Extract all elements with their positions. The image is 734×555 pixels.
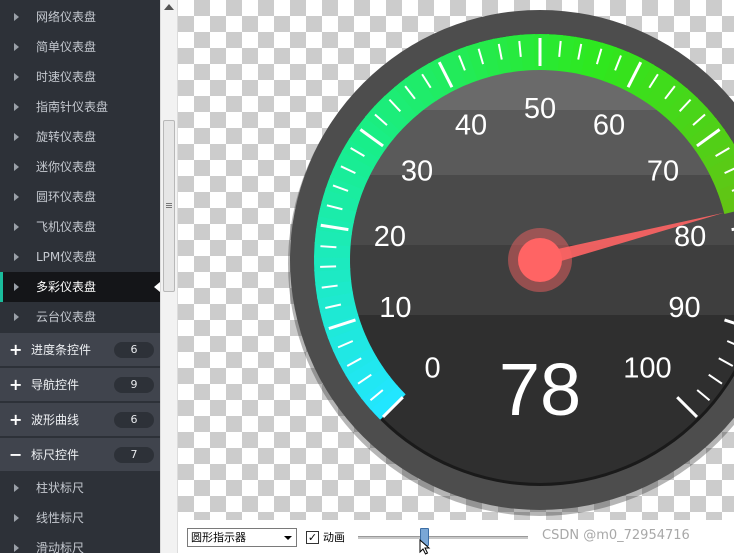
sidebar-item-label: 简单仪表盘 [36,40,97,54]
scale-label: 40 [455,110,487,142]
sidebar-item-label: 线性标尺 [36,511,85,525]
chevron-right-icon [14,223,19,231]
count-badge: 6 [114,342,154,358]
chevron-right-icon [14,484,19,492]
sidebar-item-8[interactable]: LPM仪表盘 [0,242,160,272]
active-indicator [0,272,3,302]
scale-label: 60 [593,110,625,142]
pointer-hub [518,238,562,282]
nav-group-0[interactable]: + 进度条控件 6 [0,332,160,366]
sidebar-item-label: 滑动标尺 [36,541,85,553]
nav-group-label: 进度条控件 [31,343,92,357]
value-slider-track[interactable] [358,536,528,539]
chevron-right-icon [14,313,19,321]
collapse-minus-icon: − [9,445,23,464]
sidebar-item-4[interactable]: 旋转仪表盘 [0,122,160,152]
grip-icon [166,203,172,204]
sidebar-item-label: 迷你仪表盘 [36,160,97,174]
chevron-right-icon [14,253,19,261]
chevron-right-icon [14,103,19,111]
animation-checkbox[interactable]: ✓ [306,531,319,544]
pointer-style-select[interactable]: 圆形指示器 [187,528,297,547]
scroll-up-arrow-icon[interactable] [164,4,174,10]
chevron-right-icon [14,163,19,171]
sidebar-scrollbar[interactable] [160,0,178,553]
scale-label: 30 [401,156,433,188]
gauge-arc-segment [314,255,351,272]
sidebar-item-10[interactable]: 云台仪表盘 [0,302,160,332]
sidebar-item-label: 时速仪表盘 [36,70,97,84]
scale-label: 70 [647,156,679,188]
nav-group-2[interactable]: + 波形曲线 6 [0,402,160,436]
sidebar-item-label: 圆环仪表盘 [36,190,97,204]
sidebar-subitem-2[interactable]: 滑动标尺 [0,533,160,553]
scale-label: 90 [668,292,700,324]
expand-plus-icon: + [9,340,23,359]
chevron-right-icon [14,43,19,51]
nav-group-3[interactable]: − 标尺控件 7 [0,437,160,471]
gauge-tick [320,245,337,249]
count-badge: 6 [114,412,154,428]
nav-group-label: 波形曲线 [31,413,80,427]
chevron-right-icon [14,13,19,21]
watermark: CSDN @m0_72954716 [542,528,690,543]
scale-label: 0 [424,352,440,384]
expand-plus-icon: + [9,375,23,394]
color-gauge: 010203040506070809010078 [288,10,734,516]
sidebar-item-6[interactable]: 圆环仪表盘 [0,182,160,212]
scale-label: 10 [379,292,411,324]
chevron-right-icon [14,73,19,81]
sidebar-item-label: 网络仪表盘 [36,10,97,24]
sidebar-item-label: 云台仪表盘 [36,310,97,324]
sidebar-nav: 网络仪表盘简单仪表盘时速仪表盘指南针仪表盘 旋转仪表盘迷你仪表盘圆环仪表盘飞机仪表… [0,0,160,553]
sidebar-item-label: 柱状标尺 [36,481,85,495]
sidebar-subitem-1[interactable]: 线性标尺 [0,503,160,533]
expand-plus-icon: + [9,410,23,429]
sidebar-subitem-0[interactable]: 柱状标尺 [0,473,160,503]
nav-group-label: 标尺控件 [31,448,80,462]
chevron-right-icon [14,544,19,552]
chevron-right-icon [14,514,19,522]
sidebar-item-label: 多彩仪表盘 [36,280,97,294]
gauge-value: 78 [499,348,581,431]
sidebar-item-2[interactable]: 时速仪表盘 [0,62,160,92]
control-bar: 圆形指示器 ✓ 动画 CSDN @m0_72954716 [178,520,734,555]
sidebar-item-label: 旋转仪表盘 [36,130,97,144]
gauge-canvas: 0 10 20 30 40 50 60 70 80 90 100 78 [178,0,734,520]
nav-group-1[interactable]: + 导航控件 9 [0,367,160,401]
sidebar-item-1[interactable]: 简单仪表盘 [0,32,160,62]
sidebar-item-9[interactable]: 多彩仪表盘 [0,272,160,302]
scale-label: 100 [623,352,671,384]
sidebar-item-3[interactable]: 指南针仪表盘 [0,92,160,122]
scrollbar-thumb[interactable] [163,120,175,292]
count-badge: 7 [114,447,154,463]
sidebar-item-5[interactable]: 迷你仪表盘 [0,152,160,182]
chevron-right-icon [14,283,19,291]
sidebar-item-7[interactable]: 飞机仪表盘 [0,212,160,242]
chevron-right-icon [14,133,19,141]
gauge-tick [320,265,337,268]
scale-label: 20 [374,221,406,253]
chevron-down-icon[interactable] [284,536,292,540]
scale-label: 50 [524,93,556,125]
sidebar-item-0[interactable]: 网络仪表盘 [0,2,160,32]
sidebar-item-label: 指南针仪表盘 [36,100,109,114]
nav-group-label: 导航控件 [31,378,80,392]
chevron-right-icon [14,193,19,201]
count-badge: 9 [114,377,154,393]
sidebar-item-label: LPM仪表盘 [36,250,97,264]
pointer-style-value: 圆形指示器 [191,531,246,544]
animation-label: 动画 [323,531,345,544]
sidebar-item-label: 飞机仪表盘 [36,220,97,234]
